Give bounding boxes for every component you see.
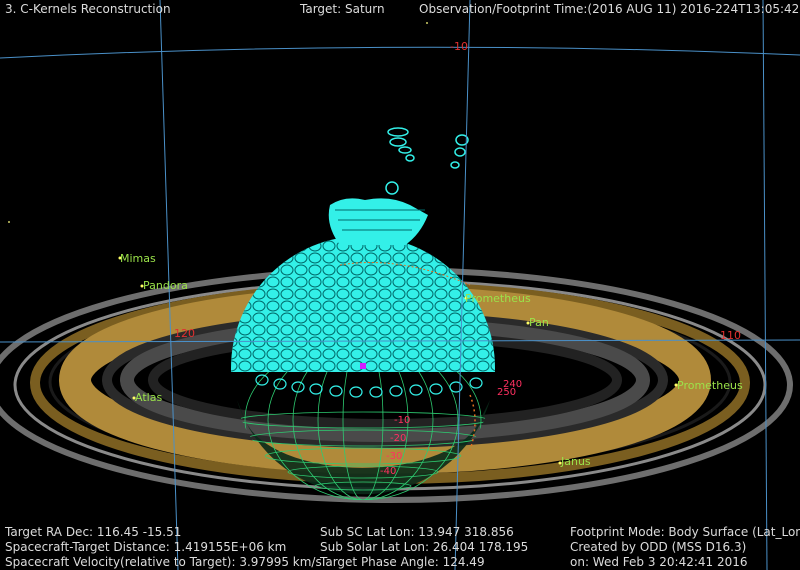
moon-label-pan: Pan bbox=[529, 316, 549, 329]
saturn-view-canvas: -10 120 110 240 250 -10 -20 -30 -40 Mima… bbox=[0, 0, 800, 570]
view-title: 3. C-Kernels Reconstruction bbox=[5, 2, 171, 16]
grid-label-left: 120 bbox=[174, 327, 195, 340]
moon-label-janus: Janus bbox=[560, 455, 591, 468]
grid-label-right: 110 bbox=[720, 329, 741, 342]
ra-dec-readout: Target RA Dec: 116.45 -15.51 bbox=[5, 525, 182, 539]
moon-label-mimas: Mimas bbox=[120, 252, 156, 265]
moon-label-atlas: Atlas bbox=[135, 391, 162, 404]
lat-label: -10 bbox=[394, 415, 410, 426]
moon-label-prometheus-right: Prometheus bbox=[677, 379, 743, 392]
lat-label: -30 bbox=[386, 451, 402, 462]
lat-label: -40 bbox=[380, 466, 396, 477]
star-dot bbox=[426, 22, 428, 24]
sub-sc-readout: Sub SC Lat Lon: 13.947 318.856 bbox=[320, 525, 514, 539]
phase-angle-readout: Target Phase Angle: 124.49 bbox=[320, 555, 485, 569]
sub-solar-readout: Sub Solar Lat Lon: 26.404 178.195 bbox=[320, 540, 529, 554]
scene-graphics: -10 120 110 240 250 -10 -20 -30 -40 Mima… bbox=[0, 0, 800, 570]
star-dot bbox=[8, 221, 10, 223]
target-label: Target: Saturn bbox=[300, 2, 385, 16]
moon-label-pandora: Pandora bbox=[143, 279, 188, 292]
velocity-readout: Spacecraft Velocity(relative to Target):… bbox=[5, 555, 322, 569]
created-on: on: Wed Feb 3 20:42:41 2016 bbox=[570, 555, 748, 569]
distance-readout: Spacecraft-Target Distance: 1.419155E+06… bbox=[5, 540, 287, 554]
created-by: Created by ODD (MSS D16.3) bbox=[570, 540, 747, 554]
grid-label-top: -10 bbox=[450, 40, 468, 53]
observation-time: Observation/Footprint Time:(2016 AUG 11)… bbox=[419, 2, 800, 16]
subpoint-marker bbox=[360, 363, 366, 369]
footprint-mode: Footprint Mode: Body Surface (Lat_Lon) bbox=[570, 525, 800, 539]
lat-label: -20 bbox=[390, 433, 406, 444]
lat-label: 250 bbox=[497, 387, 516, 398]
moon-label-prometheus: Prometheus bbox=[465, 292, 531, 305]
